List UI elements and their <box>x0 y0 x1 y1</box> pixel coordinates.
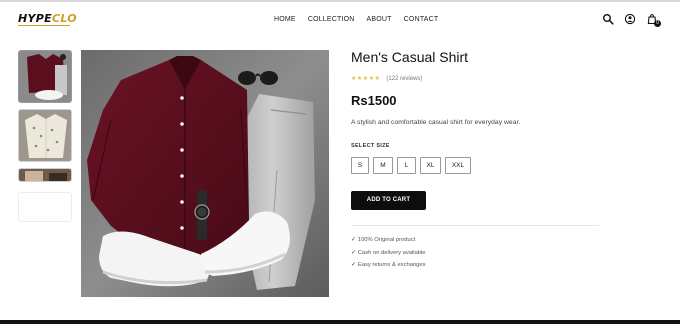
size-option-xl[interactable]: XL <box>420 157 441 174</box>
nav-home[interactable]: HOME <box>274 16 296 23</box>
perk-item: ✓ Easy returns & exchanges <box>351 262 426 268</box>
size-option-l[interactable]: L <box>397 157 416 174</box>
product-rating: ★★★★★ (122 reviews) <box>351 75 422 83</box>
main-nav: HOME COLLECTION ABOUT CONTACT <box>274 16 438 23</box>
bottom-border <box>0 320 680 324</box>
perk-item: ✓ Cash on delivery available <box>351 249 426 256</box>
size-selector: S M L XL XXL <box>351 157 471 174</box>
top-border <box>0 0 680 2</box>
thumbnail-shirt-maroon[interactable] <box>18 50 72 103</box>
product-title: Men's Casual Shirt <box>351 49 469 65</box>
section-divider <box>351 225 599 226</box>
review-count[interactable]: (122 reviews) <box>386 76 422 82</box>
user-icon[interactable] <box>624 12 636 25</box>
size-option-m[interactable]: M <box>373 157 393 174</box>
product-perks: ✓ 100% Original product ✓ Cash on delivery… <box>351 234 426 272</box>
nav-about[interactable]: ABOUT <box>367 16 392 23</box>
star-rating-icon: ★★★★★ <box>351 76 381 82</box>
size-option-s[interactable]: S <box>351 157 369 174</box>
logo-underline <box>18 25 70 26</box>
main-product-image <box>81 50 329 297</box>
thumbnail-partial[interactable] <box>18 168 72 182</box>
nav-collection[interactable]: COLLECTION <box>308 16 355 23</box>
check-icon: ✓ <box>351 249 356 256</box>
size-label: SELECT SIZE <box>351 143 390 149</box>
header-actions: 0 <box>602 12 661 27</box>
nav-contact[interactable]: CONTACT <box>404 16 439 23</box>
brand-logo[interactable]: HYPECLO <box>18 12 77 25</box>
perk-item: ✓ 100% Original product <box>351 237 416 243</box>
size-option-xxl[interactable]: XXL <box>445 157 471 174</box>
thumbnail-empty[interactable] <box>18 192 72 222</box>
check-icon: ✓ <box>351 262 356 268</box>
thumbnail-shirt-white[interactable] <box>18 109 72 162</box>
product-description: A stylish and comfortable casual shirt f… <box>351 119 521 126</box>
add-to-cart-button[interactable]: ADD TO CART <box>351 191 426 210</box>
product-price: Rs1500 <box>351 93 397 108</box>
search-icon[interactable] <box>602 12 614 25</box>
check-icon: ✓ <box>351 237 356 243</box>
cart-count-badge: 0 <box>654 20 661 27</box>
cart-icon[interactable]: 0 <box>646 12 661 27</box>
